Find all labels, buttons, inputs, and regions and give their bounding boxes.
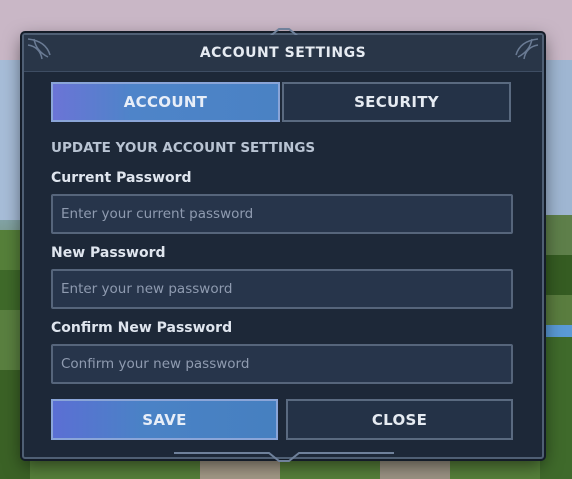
water-block [540, 325, 572, 337]
close-button[interactable]: CLOSE [286, 399, 513, 440]
bottom-ornament [174, 452, 394, 462]
save-button[interactable]: SAVE [51, 399, 278, 440]
confirm-password-label: Confirm New Password [51, 320, 233, 336]
tab-account[interactable]: ACCOUNT [51, 82, 280, 122]
confirm-password-input[interactable] [51, 344, 513, 384]
tab-security[interactable]: SECURITY [282, 82, 511, 122]
account-settings-dialog: ACCOUNT SETTINGS ACCOUNT SECURITY UPDATE… [22, 28, 544, 462]
sky-right [540, 60, 572, 220]
tree-block [540, 255, 572, 295]
section-heading: UPDATE YOUR ACCOUNT SETTINGS [51, 140, 316, 156]
current-password-label: Current Password [51, 170, 192, 186]
dialog-header: ACCOUNT SETTINGS [24, 35, 542, 72]
new-password-label: New Password [51, 245, 166, 261]
current-password-input[interactable] [51, 194, 513, 234]
grass-block [540, 337, 572, 479]
dialog-title: ACCOUNT SETTINGS [199, 45, 367, 61]
tree-block [540, 215, 572, 255]
new-password-input[interactable] [51, 269, 513, 309]
corner-flourish-icon [515, 38, 539, 60]
